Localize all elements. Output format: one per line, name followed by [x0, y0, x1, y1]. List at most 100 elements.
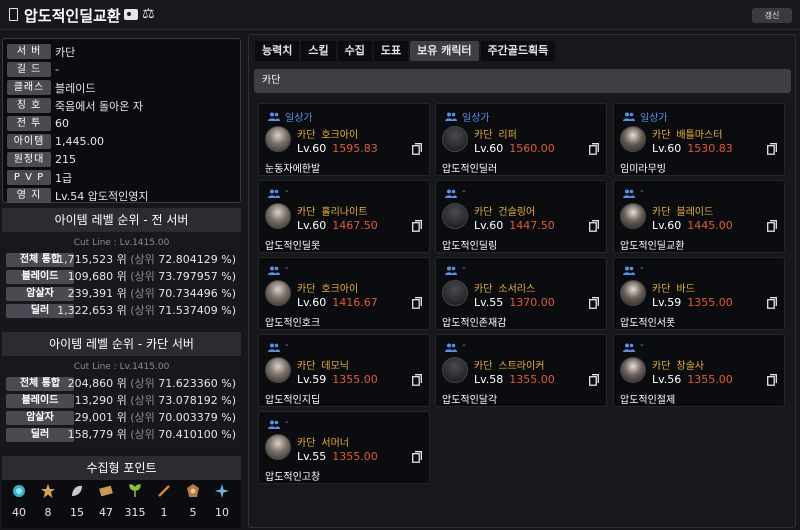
- character-name: 임미라무빙: [620, 164, 666, 175]
- collection-item[interactable]: 8: [35, 484, 61, 519]
- character-card[interactable]: - 카단 홀리나이트 Lv.60 1467.50 압도적인딜못: [258, 180, 430, 253]
- info-value: Lv.54 압도적인영지: [55, 189, 149, 203]
- copy-icon[interactable]: [412, 220, 422, 232]
- collection-item[interactable]: 315: [122, 484, 148, 519]
- copy-icon[interactable]: [589, 297, 599, 309]
- guild-name: -: [462, 340, 466, 351]
- rank-value: 239,391 위: [67, 287, 127, 300]
- character-portrait: [265, 203, 291, 229]
- rank-label: 전체 통합: [6, 377, 74, 391]
- collection-item[interactable]: 40: [6, 484, 32, 519]
- character-lv: Lv.58: [474, 373, 504, 386]
- character-server: 카단: [652, 361, 671, 372]
- tab-collection[interactable]: 수집: [337, 41, 372, 61]
- character-item-level: 1447.50: [509, 219, 555, 232]
- rank-text: 204,860 위 (상위 71.623360 %): [68, 377, 236, 391]
- character-level: Lv.60 1447.50: [474, 219, 555, 232]
- rank-row: 암살자 239,391 위 (상위 70.734496 %): [6, 287, 240, 302]
- rank-pct: 70.734496 %): [158, 287, 236, 300]
- collection-title: 수집형 포인트: [2, 456, 241, 480]
- character-card[interactable]: 일상가 카단 리퍼 Lv.60 1560.00 압도적인딜러: [435, 103, 607, 176]
- guild-name: -: [640, 186, 644, 197]
- character-lv: Lv.55: [474, 296, 504, 309]
- tab-characters[interactable]: 보유 캐릭터: [410, 41, 479, 61]
- character-card[interactable]: - 카단 스트라이커 Lv.58 1355.00 압도적인달각: [435, 334, 607, 407]
- character-lv: Lv.60: [474, 219, 504, 232]
- copy-icon[interactable]: [767, 220, 777, 232]
- rank-text: 239,391 위 (상위 70.734496 %): [68, 287, 236, 301]
- info-row-title: 칭 호 죽음에서 돌아온 자: [7, 97, 143, 114]
- left-panel: 서 버 카단 길 드- 클래스 블레이드 칭 호 죽음에서 돌아온 자 전 투 60 아…: [0, 34, 243, 530]
- copy-icon[interactable]: [412, 297, 422, 309]
- character-server-class: 카단 데모닉: [297, 357, 349, 372]
- character-card[interactable]: - 카단 블레이드 Lv.60 1445.00 압도적인딜교환: [613, 180, 785, 253]
- character-card[interactable]: - 카단 데모닉 Lv.59 1355.00 압도적인지딥: [258, 334, 430, 407]
- tab-stats[interactable]: 능력치: [255, 41, 300, 61]
- character-item-level: 1355.00: [509, 373, 555, 386]
- bookmark-icon[interactable]: [9, 8, 18, 21]
- leaf-icon: [72, 485, 82, 496]
- copy-icon[interactable]: [589, 220, 599, 232]
- collection-item[interactable]: 1: [151, 484, 177, 519]
- character-card[interactable]: 일상가 카단 배틀마스터 Lv.60 1530.83 임미라무빙: [613, 103, 785, 176]
- guild-members-icon: [268, 266, 280, 275]
- refresh-button[interactable]: 갱신: [752, 8, 792, 23]
- info-row-guild: 길 드-: [7, 61, 59, 78]
- character-class: 홀리나이트: [321, 207, 368, 218]
- character-level: Lv.55 1370.00: [474, 296, 555, 309]
- character-server-class: 카단 스트라이커: [474, 357, 544, 372]
- guild-members-icon: [445, 112, 457, 121]
- copy-icon[interactable]: [767, 374, 777, 386]
- collection-count: 15: [70, 506, 84, 519]
- copy-icon[interactable]: [767, 297, 777, 309]
- copy-icon[interactable]: [589, 143, 599, 155]
- info-label: 서 버: [7, 44, 51, 59]
- character-server-class: 카단 호크아이: [297, 280, 358, 295]
- collection-item[interactable]: 10: [209, 484, 235, 519]
- tab-charts[interactable]: 도표: [373, 41, 409, 61]
- character-card[interactable]: - 카단 소서리스 Lv.55 1370.00 압도적인존재감: [435, 257, 607, 330]
- tab-weekly-gold[interactable]: 주간골드획득: [480, 41, 556, 61]
- character-item-level: 1355.00: [332, 450, 378, 463]
- collection-item[interactable]: 15: [64, 484, 90, 519]
- guild-members-icon: [268, 343, 280, 352]
- guild-members-icon: [445, 343, 457, 352]
- rank-all-box: Cut Line : Lv.1415.00 전체 통합 1,715,523 위 (…: [2, 232, 241, 324]
- character-card[interactable]: - 카단 바드 Lv.59 1355.00 압도적인서폿: [613, 257, 785, 330]
- character-card[interactable]: - 카단 건슬링어 Lv.60 1447.50 압도적인딜링: [435, 180, 607, 253]
- copy-icon[interactable]: [589, 374, 599, 386]
- copy-icon[interactable]: [412, 374, 422, 386]
- character-server: 카단: [297, 207, 316, 218]
- scale-icon[interactable]: ⚖: [142, 6, 155, 22]
- rank-row: 딜러 158,779 위 (상위 70.410100 %): [6, 428, 240, 443]
- character-class: 서머너: [321, 438, 350, 449]
- collection-item[interactable]: 5: [180, 484, 206, 519]
- copy-icon[interactable]: [412, 143, 422, 155]
- info-value: 죽음에서 돌아온 자: [55, 99, 143, 113]
- rank-row: 딜러 1,322,653 위 (상위 71.537409 %): [6, 304, 240, 319]
- character-name: 압도적인고창: [265, 472, 321, 483]
- character-card[interactable]: - 카단 창술사 Lv.56 1355.00 압도적인절제: [613, 334, 785, 407]
- info-value: 60: [55, 117, 69, 130]
- character-card[interactable]: - 카단 서머너 Lv.55 1355.00 압도적인고창: [258, 411, 430, 484]
- tab-skills[interactable]: 스킬: [301, 41, 336, 61]
- rank-value: 109,680 위: [67, 270, 127, 283]
- info-row-class: 클래스 블레이드: [7, 79, 95, 96]
- character-class: 창술사: [676, 361, 705, 372]
- tab-bar: 능력치 스킬 수집 도표 보유 캐릭터 주간골드획득: [255, 41, 557, 61]
- collection-box: 40 8 15 47 315 1 5 10: [2, 480, 241, 528]
- character-lv: Lv.59: [297, 373, 327, 386]
- id-card-icon[interactable]: [124, 9, 138, 20]
- copy-icon[interactable]: [412, 451, 422, 463]
- rank-text: 1,322,653 위 (상위 71.537409 %): [57, 304, 236, 318]
- collection-item[interactable]: 47: [93, 484, 119, 519]
- character-card[interactable]: 일상가 카단 호크아이 Lv.60 1595.83 눈동자에한발: [258, 103, 430, 176]
- character-server: 카단: [474, 361, 493, 372]
- rank-server-title: 아이템 레벨 순위 - 카단 서버: [2, 332, 241, 356]
- copy-icon[interactable]: [767, 143, 777, 155]
- server-group-header: 카단: [254, 69, 791, 93]
- character-level: Lv.59 1355.00: [297, 373, 378, 386]
- info-label: 전 투: [7, 116, 51, 131]
- character-level: Lv.58 1355.00: [474, 373, 555, 386]
- character-card[interactable]: - 카단 호크아이 Lv.60 1416.67 압도적인호크: [258, 257, 430, 330]
